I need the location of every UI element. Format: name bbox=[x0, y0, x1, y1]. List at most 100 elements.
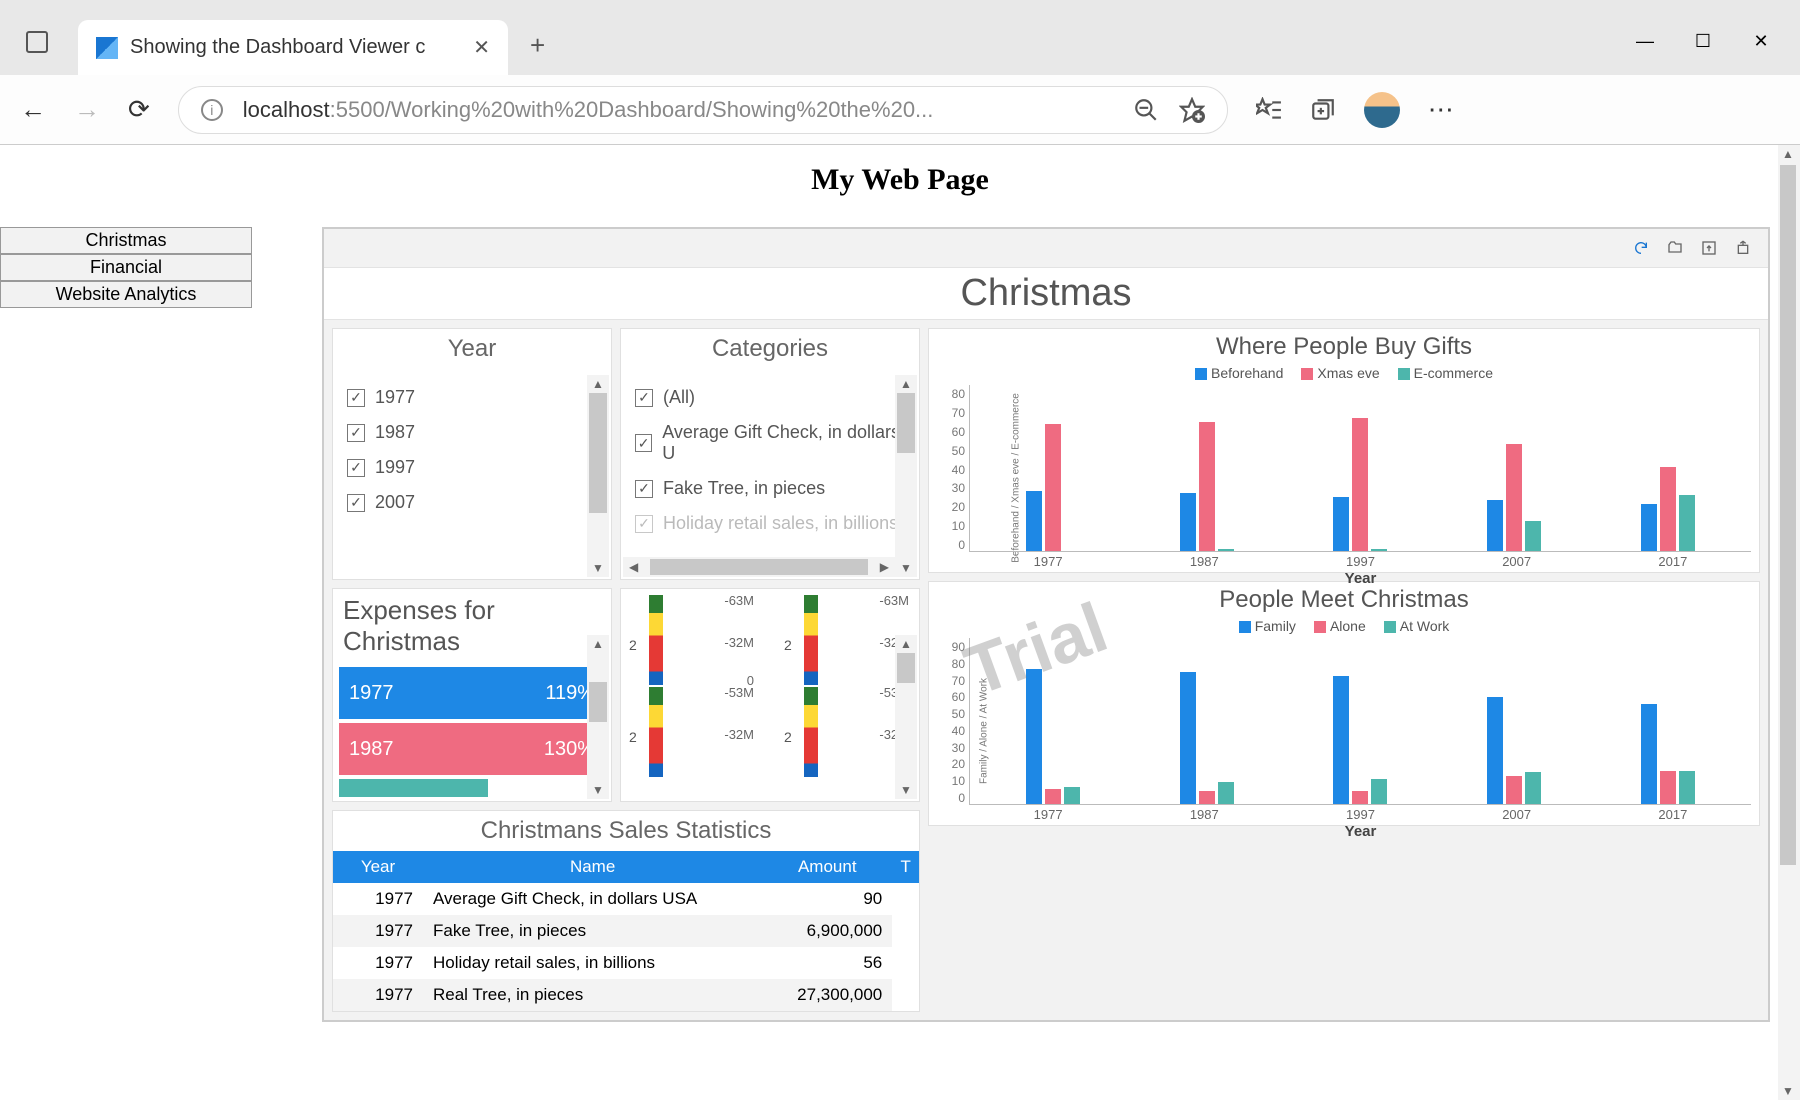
browser-tab[interactable]: Showing the Dashboard Viewer c ✕ bbox=[78, 20, 508, 75]
scroll-down-icon[interactable]: ▼ bbox=[1782, 1084, 1794, 1098]
address-bar[interactable]: i localhost:5500/Working%20with%20Dashbo… bbox=[178, 86, 1228, 134]
checkbox-icon[interactable] bbox=[347, 389, 365, 407]
scrollbar[interactable]: ▲▼ bbox=[587, 375, 609, 577]
year-option[interactable]: 1977 bbox=[347, 387, 597, 408]
year-option[interactable]: 2007 bbox=[347, 492, 597, 513]
tab-actions-icon[interactable] bbox=[26, 31, 48, 53]
bar[interactable] bbox=[1064, 787, 1080, 804]
close-tab-icon[interactable]: ✕ bbox=[473, 35, 490, 60]
bar[interactable] bbox=[1180, 672, 1196, 804]
bar[interactable] bbox=[1660, 771, 1676, 804]
collections-icon[interactable] bbox=[1310, 97, 1336, 123]
scroll-down-icon[interactable]: ▼ bbox=[590, 781, 606, 799]
sidebar-item-christmas[interactable]: Christmas bbox=[0, 227, 252, 254]
profile-avatar[interactable] bbox=[1364, 92, 1400, 128]
bar[interactable] bbox=[1352, 791, 1368, 804]
scroll-up-icon[interactable]: ▲ bbox=[898, 635, 914, 653]
bar[interactable] bbox=[1352, 418, 1368, 551]
scrollbar[interactable]: ▲▼ bbox=[895, 375, 917, 577]
open-icon[interactable] bbox=[1666, 240, 1684, 256]
bar[interactable] bbox=[1641, 504, 1657, 551]
bar[interactable] bbox=[1333, 497, 1349, 551]
table-row[interactable]: 1977Average Gift Check, in dollars USA90 bbox=[333, 883, 919, 915]
new-tab-button[interactable]: + bbox=[530, 30, 545, 61]
checkbox-icon[interactable] bbox=[347, 459, 365, 477]
category-option[interactable]: Average Gift Check, in dollars U bbox=[635, 422, 905, 464]
favorites-list-icon[interactable] bbox=[1256, 97, 1282, 123]
year-option[interactable]: 1997 bbox=[347, 457, 597, 478]
table-row[interactable]: 1977Real Tree, in pieces27,300,000 bbox=[333, 979, 919, 1011]
checkbox-icon[interactable] bbox=[347, 424, 365, 442]
table-row[interactable]: 1977Fake Tree, in pieces6,900,000 bbox=[333, 915, 919, 947]
table-row[interactable]: 1977Holiday retail sales, in billions56 bbox=[333, 947, 919, 979]
bar[interactable] bbox=[1026, 669, 1042, 804]
bar[interactable] bbox=[1506, 444, 1522, 551]
bar[interactable] bbox=[1371, 779, 1387, 804]
scroll-up-icon[interactable]: ▲ bbox=[898, 375, 914, 393]
expense-row[interactable]: 1977119% bbox=[339, 667, 605, 719]
fullscreen-icon[interactable] bbox=[1734, 240, 1752, 256]
table-header[interactable]: T bbox=[892, 851, 919, 883]
refresh-button[interactable]: ⟳ bbox=[128, 94, 150, 125]
minimize-icon[interactable]: — bbox=[1636, 32, 1654, 50]
scroll-right-icon[interactable]: ▶ bbox=[874, 560, 895, 574]
back-button[interactable]: ← bbox=[20, 94, 46, 125]
year-option[interactable]: 1987 bbox=[347, 422, 597, 443]
scroll-left-icon[interactable]: ◀ bbox=[623, 560, 644, 574]
bar[interactable] bbox=[1218, 549, 1234, 551]
bar[interactable] bbox=[1679, 495, 1695, 551]
bar[interactable] bbox=[1026, 491, 1042, 551]
bar[interactable] bbox=[1525, 521, 1541, 551]
checkbox-icon[interactable] bbox=[635, 480, 653, 498]
expense-row[interactable]: 1987130% bbox=[339, 723, 605, 775]
bar[interactable] bbox=[1199, 422, 1215, 551]
close-window-icon[interactable]: ✕ bbox=[1752, 32, 1770, 50]
bar[interactable] bbox=[1045, 424, 1061, 552]
checkbox-icon[interactable] bbox=[635, 434, 652, 452]
zoom-out-icon[interactable] bbox=[1133, 97, 1159, 123]
bar-group bbox=[1487, 697, 1541, 804]
site-info-icon[interactable]: i bbox=[201, 99, 223, 121]
scroll-up-icon[interactable]: ▲ bbox=[590, 635, 606, 653]
scroll-down-icon[interactable]: ▼ bbox=[898, 559, 914, 577]
table-header[interactable]: Year bbox=[333, 851, 423, 883]
page-scrollbar[interactable]: ▲ ▼ bbox=[1778, 145, 1800, 1100]
scrollbar-horizontal[interactable]: ◀▶ bbox=[623, 557, 895, 577]
menu-button[interactable]: ⋯ bbox=[1428, 94, 1454, 125]
scroll-up-icon[interactable]: ▲ bbox=[1782, 147, 1794, 161]
scroll-down-icon[interactable]: ▼ bbox=[590, 559, 606, 577]
category-option[interactable]: (All) bbox=[635, 387, 905, 408]
bar[interactable] bbox=[1487, 697, 1503, 804]
browser-toolbar: ← → ⟳ i localhost:5500/Working%20with%20… bbox=[0, 75, 1800, 145]
bar[interactable] bbox=[1679, 771, 1695, 804]
scrollbar[interactable]: ▲▼ bbox=[587, 635, 609, 799]
refresh-dashboard-icon[interactable] bbox=[1632, 240, 1650, 256]
bar[interactable] bbox=[1045, 789, 1061, 804]
bar[interactable] bbox=[1487, 500, 1503, 551]
scroll-down-icon[interactable]: ▼ bbox=[898, 781, 914, 799]
bar[interactable] bbox=[1525, 772, 1541, 804]
bar[interactable] bbox=[1506, 776, 1522, 804]
bar[interactable] bbox=[1660, 467, 1676, 551]
checkbox-icon[interactable] bbox=[635, 389, 653, 407]
bar[interactable] bbox=[1371, 549, 1387, 551]
bar[interactable] bbox=[1218, 782, 1234, 804]
maximize-icon[interactable]: ☐ bbox=[1694, 32, 1712, 50]
checkbox-icon[interactable] bbox=[347, 494, 365, 512]
category-option[interactable]: Holiday retail sales, in billions bbox=[635, 513, 905, 534]
scroll-up-icon[interactable]: ▲ bbox=[590, 375, 606, 393]
checkbox-icon[interactable] bbox=[635, 515, 653, 533]
sidebar-item-financial[interactable]: Financial bbox=[0, 254, 252, 281]
bar[interactable] bbox=[1180, 493, 1196, 551]
category-option[interactable]: Fake Tree, in pieces bbox=[635, 478, 905, 499]
export-icon[interactable] bbox=[1700, 240, 1718, 256]
favorite-icon[interactable] bbox=[1179, 97, 1205, 123]
bar[interactable] bbox=[1333, 676, 1349, 804]
bar[interactable] bbox=[1641, 704, 1657, 804]
table-header[interactable]: Name bbox=[423, 851, 762, 883]
table-header[interactable]: Amount bbox=[762, 851, 892, 883]
bar[interactable] bbox=[1199, 791, 1215, 804]
scrollbar[interactable]: ▲▼ bbox=[895, 635, 917, 799]
sidebar-item-website-analytics[interactable]: Website Analytics bbox=[0, 281, 252, 308]
expense-row[interactable] bbox=[339, 779, 488, 797]
